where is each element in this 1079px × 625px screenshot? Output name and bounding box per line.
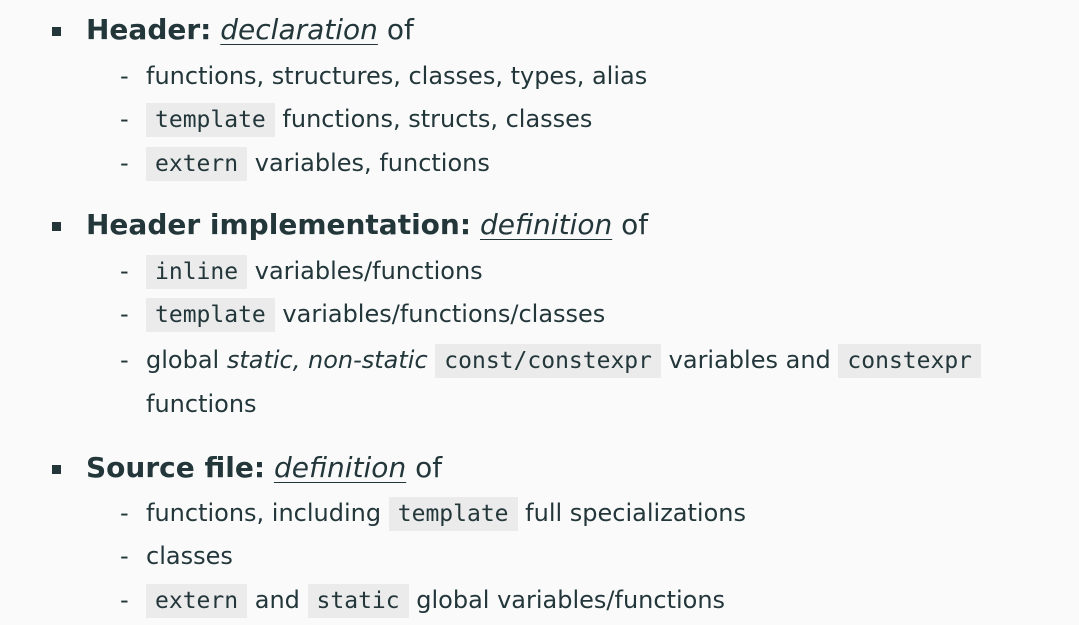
list-item: - template variables/functions/classes: [120, 298, 606, 332]
item-text: and: [254, 586, 300, 614]
item-text: variables and: [668, 346, 831, 374]
list-item: - global static, non-static const/constex…: [120, 344, 982, 378]
section-term: definition: [479, 208, 613, 241]
code-keyword: template: [388, 497, 518, 531]
list-item: - classes: [120, 542, 233, 570]
list-item-continuation: functions: [146, 388, 257, 420]
item-text: functions, structs, classes: [282, 105, 593, 133]
bullet-icon: [52, 27, 61, 36]
code-keyword: template: [146, 298, 275, 332]
section-term: definition: [273, 451, 407, 484]
bullet-icon: [52, 222, 61, 231]
code-keyword: template: [146, 103, 275, 137]
section-heading: Header: declaration of: [86, 12, 414, 48]
code-keyword: extern: [146, 147, 248, 181]
section-suffix: of: [415, 451, 443, 484]
section-term: declaration: [220, 13, 378, 46]
code-keyword: constexpr: [838, 344, 982, 378]
item-text: variables, functions: [254, 149, 490, 177]
item-text: variables/functions/classes: [282, 300, 606, 328]
code-keyword: extern: [146, 584, 248, 618]
list-item: - extern and static global variables/func…: [120, 584, 726, 618]
section-title: Source file:: [86, 451, 266, 484]
list-item: - template functions, structs, classes: [120, 103, 593, 137]
item-text: variables/functions: [254, 257, 483, 285]
list-item: - inline variables/functions: [120, 255, 483, 289]
section-title: Header:: [86, 13, 212, 46]
item-text: functions: [146, 390, 257, 418]
item-text: functions, structures, classes, types, a…: [146, 62, 648, 90]
item-text: global: [146, 346, 220, 374]
code-keyword: inline: [146, 255, 248, 289]
section-heading: Header implementation: definition of: [86, 207, 648, 243]
slide: Header: declaration of - functions, struc…: [0, 0, 1079, 625]
list-item: - extern variables, functions: [120, 147, 490, 181]
code-keyword: const/constexpr: [435, 344, 662, 378]
item-italic: static, non-static: [226, 346, 428, 374]
item-text: classes: [146, 542, 233, 570]
section-title: Header implementation:: [86, 208, 472, 241]
section-suffix: of: [386, 13, 414, 46]
item-text: functions, including: [146, 499, 382, 527]
bullet-icon: [52, 465, 61, 474]
list-item: - functions, structures, classes, types, …: [120, 62, 648, 90]
section-suffix: of: [621, 208, 649, 241]
code-keyword: static: [307, 584, 409, 618]
item-text: global variables/functions: [416, 586, 726, 614]
section-heading: Source file: definition of: [86, 450, 442, 486]
item-text: full specializations: [525, 499, 746, 527]
list-item: - functions, including template full spec…: [120, 497, 746, 531]
